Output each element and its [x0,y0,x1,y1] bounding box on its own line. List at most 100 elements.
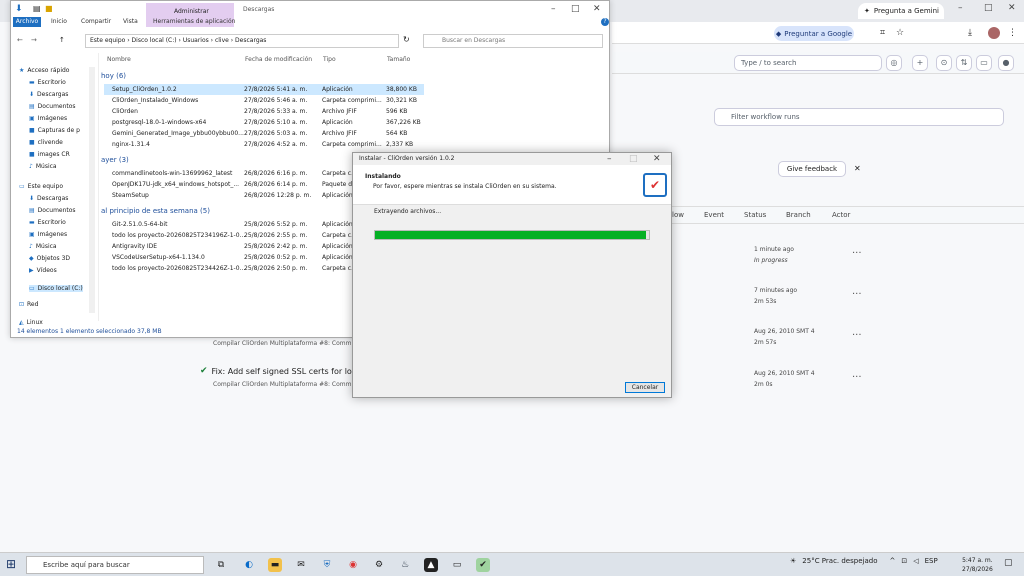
column-size[interactable]: Tamaño [387,56,410,63]
mail-icon[interactable]: ✉ [294,558,308,572]
avatar[interactable] [988,27,1000,39]
folder-icon[interactable]: ■ [45,4,53,13]
chevron-up-icon[interactable]: ^ [889,557,895,565]
back-icon[interactable]: ← [17,36,23,44]
run-menu-icon[interactable]: ··· [852,372,862,383]
filter-runs-input[interactable]: Filter workflow runs [714,108,1004,126]
issues-icon[interactable]: ⊙ [936,55,952,71]
nav-item[interactable]: ▣ Imágenes [29,115,67,122]
nav-item[interactable]: ■ images CR [29,151,70,158]
file-explorer-icon[interactable]: ▬ [268,558,282,572]
tab-vista[interactable]: Vista [123,18,138,25]
group-header[interactable]: hoy (6) [101,72,126,80]
close-icon[interactable]: ✕ [593,4,601,14]
volume-icon[interactable]: ◁ [913,557,918,565]
tab-inicio[interactable]: Inicio [51,18,67,25]
download-icon[interactable]: ⤓ [968,28,972,38]
nav-item[interactable]: ▭ Disco local (C:) [29,285,83,292]
filter-branch[interactable]: Branch [786,211,811,219]
cancel-button[interactable]: Cancelar [625,382,665,393]
filter-actor[interactable]: Actor [832,211,850,219]
filter-status[interactable]: Status [744,211,766,219]
clock[interactable]: 5:47 a. m. 27/8/2026 [962,556,993,574]
menu-icon[interactable]: ⋮ [1008,28,1017,38]
tab-compartir[interactable]: Compartir [81,18,111,25]
file-row[interactable]: CliOrden_Instalado_Windows 27/8/2026 5:46… [104,95,424,106]
explorer-search-input[interactable]: Buscar en Descargas [423,34,603,48]
forward-icon[interactable]: → [31,36,37,44]
column-date[interactable]: Fecha de modificación [245,56,312,63]
nav-item[interactable]: ■ clivende [29,139,63,146]
refresh-icon[interactable]: ↻ [403,35,410,44]
nav-item[interactable]: ⊡ Red [19,301,38,308]
network-icon[interactable]: ⊡ [901,557,907,565]
nav-item[interactable]: ▬ Escritorio [29,219,66,226]
help-icon[interactable]: ? [601,18,609,26]
tab-archivo[interactable]: Archivo [13,17,41,27]
nav-item[interactable]: ■ Capturas de p [29,127,80,134]
run-menu-icon[interactable]: ··· [852,248,862,259]
app-icon[interactable]: ⚙ [372,558,386,572]
give-feedback-button[interactable]: Give feedback [778,161,846,177]
chrome-icon[interactable]: ◉ [346,558,360,572]
notifications-icon[interactable]: ▢ [1004,558,1013,568]
pulls-icon[interactable]: ⇅ [956,55,972,71]
nav-item[interactable]: ★ Acceso rápido [19,67,69,74]
terminal-icon[interactable]: ▭ [450,558,464,572]
maximize-icon[interactable]: □ [984,3,993,13]
taskbar-search[interactable]: Escribe aquí para buscar [26,556,204,574]
steam-icon[interactable]: ♨ [398,558,412,572]
nav-item[interactable]: ◆ Objetos 3D [29,255,70,262]
group-header[interactable]: ayer (3) [101,156,129,164]
properties-icon[interactable]: ▤ [33,4,41,13]
shield-icon[interactable]: ⛨ [320,558,334,572]
down-arrow-icon[interactable]: ⬇ [15,4,23,14]
nav-item[interactable]: ▤ Documentos [29,207,76,214]
close-icon[interactable]: ✕ [1008,3,1016,13]
maximize-icon[interactable]: □ [571,4,580,14]
address-bar[interactable]: Este equipo › Disco local (C:) › Usuario… [85,34,399,48]
windows-start-icon[interactable]: ⊞ [6,557,16,571]
nav-item[interactable]: ▬ Escritorio [29,79,66,86]
language-indicator[interactable]: ESP [925,557,938,565]
filter-workflow[interactable]: low [672,211,684,219]
weather-text[interactable]: 25°C Prac. despejado [802,557,877,565]
nav-item[interactable]: ♪ Música [29,163,57,170]
weather-icon[interactable]: ☀ [790,557,796,565]
copilot-icon[interactable]: ◎ [886,55,902,71]
file-row[interactable]: Setup_CliOrden_1.0.2 27/8/2026 5:41 a. m.… [104,84,424,95]
user-avatar-icon[interactable]: ● [998,55,1014,71]
plus-icon[interactable]: + [912,55,928,71]
dismiss-icon[interactable]: ✕ [854,164,861,173]
nav-item[interactable]: ◭ Linux [19,319,43,326]
nav-item[interactable]: ⬇ Descargas [29,91,68,98]
run-menu-icon[interactable]: ··· [852,330,862,341]
ask-google-button[interactable]: ◆ Preguntar a Google [774,26,854,41]
tab-herramientas[interactable]: Herramientas de aplicación [153,18,235,25]
nav-item[interactable]: ⬇ Descargas [29,195,68,202]
nav-item[interactable]: ▣ Imágenes [29,231,67,238]
installer-taskbar-icon[interactable]: ✔ [476,558,490,572]
github-search-input[interactable]: Type / to search [734,55,882,71]
nav-item[interactable]: ▶ Vídeos [29,267,57,274]
close-icon[interactable]: ✕ [653,154,661,164]
group-header[interactable]: al principio de esta semana (5) [101,207,210,215]
tab-gemini[interactable]: ✦ Pregunta a Gemini [858,3,944,19]
run-menu-icon[interactable]: ··· [852,289,862,300]
minimize-icon[interactable]: – [958,3,963,13]
star-icon[interactable]: ☆ [896,28,904,38]
nav-item[interactable]: ♪ Música [29,243,57,250]
filter-event[interactable]: Event [704,211,724,219]
inbox-icon[interactable]: ▭ [976,55,992,71]
translate-icon[interactable]: ⌗ [880,28,885,38]
file-row[interactable]: nginx-1.31.4 27/8/2026 4:52 a. m. Carpeta … [104,139,424,150]
antigravity-icon[interactable]: ▲ [424,558,438,572]
task-view-icon[interactable]: ⧉ [214,558,228,572]
up-icon[interactable]: ↑ [59,36,65,44]
minimize-icon[interactable]: – [607,154,612,164]
column-name[interactable]: Nombre [107,56,131,63]
file-row[interactable]: Gemini_Generated_Image_ybbu00ybbu00... 27… [104,128,424,139]
file-row[interactable]: postgresql-18.0-1-windows-x64 27/8/2026 5… [104,117,424,128]
workflow-run-link[interactable]: ✔ Fix: Add self signed SSL certs for loc [200,366,356,376]
edge-icon[interactable]: ◐ [242,558,256,572]
